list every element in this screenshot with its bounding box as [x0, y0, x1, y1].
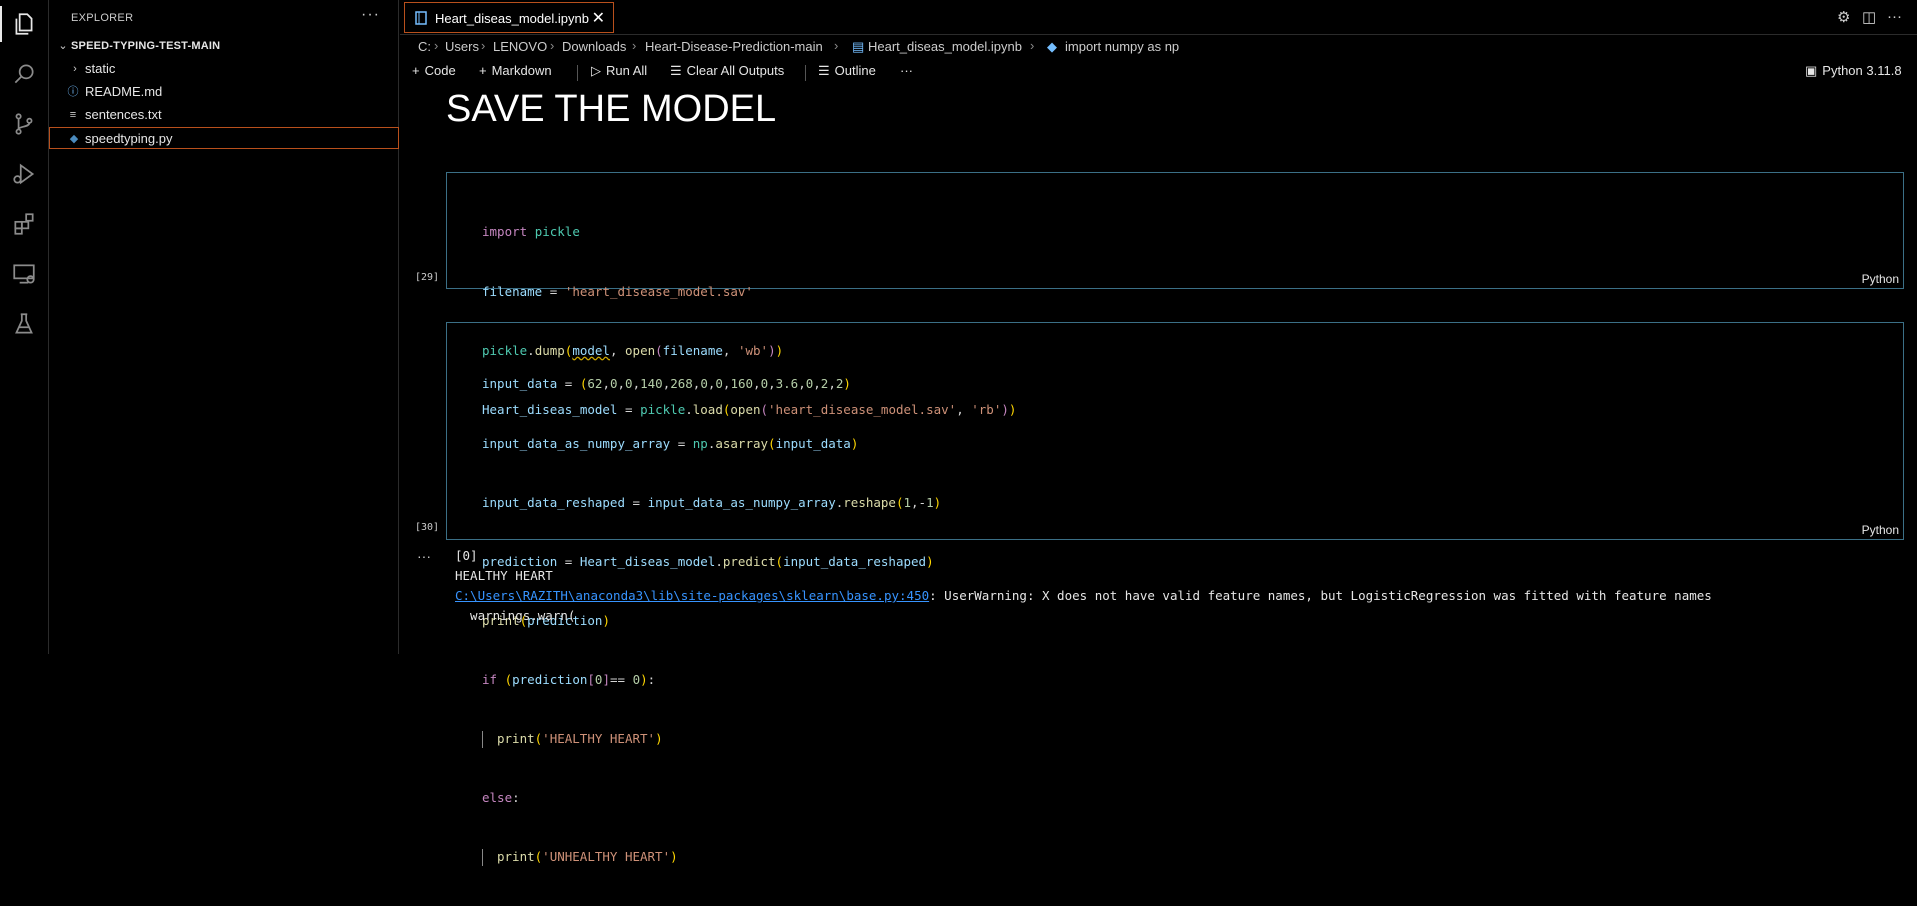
- text-file-icon: ≡: [69, 109, 77, 121]
- plus-icon: +: [479, 63, 487, 78]
- output-verdict: HEALTHY HEART: [455, 568, 553, 583]
- workspace-root[interactable]: ⌄ SPEED-TYPING-TEST-MAIN: [49, 35, 399, 57]
- execution-count: [29]: [415, 272, 440, 283]
- search-icon[interactable]: [8, 58, 40, 90]
- tree-item-label: README.md: [85, 84, 163, 99]
- extensions-icon[interactable]: [8, 208, 40, 240]
- tree-item-label: sentences.txt: [85, 107, 162, 122]
- chevron-right-icon: ›: [632, 38, 637, 53]
- tree-item-readme[interactable]: ⓘ README.md: [49, 81, 399, 103]
- clear-outputs-icon: ☰: [670, 63, 682, 78]
- breadcrumb-item[interactable]: Users: [445, 39, 479, 54]
- code-line: input_data_as_numpy_array = np.asarray(i…: [482, 435, 859, 451]
- chevron-right-icon: ›: [434, 38, 439, 53]
- breadcrumb-item[interactable]: Heart-Disease-Prediction-main: [645, 39, 823, 54]
- code-line: else:: [482, 790, 520, 806]
- kernel-icon: ▣: [1805, 63, 1818, 78]
- explorer-icon[interactable]: [8, 8, 40, 40]
- breadcrumb-item[interactable]: Heart_diseas_model.ipynb: [868, 39, 1022, 54]
- code-line: if (prediction[0]== 0):: [482, 671, 656, 687]
- run-debug-icon[interactable]: [8, 158, 40, 190]
- notebook-icon: [415, 11, 427, 25]
- more-icon[interactable]: ···: [1887, 8, 1902, 25]
- breadcrumb-item[interactable]: C:: [418, 39, 431, 54]
- run-all-label: Run All: [606, 63, 648, 78]
- split-editor-icon[interactable]: ◫: [1862, 8, 1876, 26]
- cell-language-label[interactable]: Python: [1862, 272, 1899, 286]
- plus-icon: +: [412, 63, 420, 78]
- execution-count: [30]: [415, 522, 440, 533]
- markdown-heading[interactable]: SAVE THE MODEL: [446, 88, 776, 131]
- remote-explorer-icon[interactable]: [8, 258, 40, 290]
- python-cell-icon: ◆: [1047, 39, 1057, 54]
- testing-icon[interactable]: [8, 308, 40, 340]
- cell-language-label[interactable]: Python: [1862, 523, 1899, 537]
- tree-item-label: speedtyping.py: [85, 131, 173, 146]
- chevron-right-icon: ›: [1030, 38, 1035, 53]
- python-file-icon: ◆: [69, 133, 79, 145]
- tree-item-label: static: [85, 61, 116, 76]
- code-line: input_data = (62,0,0,140,268,0,0,160,0,3…: [482, 376, 851, 392]
- workspace-root-label: SPEED-TYPING-TEST-MAIN: [71, 40, 221, 52]
- output-warn-call: warnings.warn(: [455, 608, 576, 623]
- breadcrumb-item[interactable]: LENOVO: [493, 39, 547, 54]
- breadcrumb: C: › Users › LENOVO › Downloads › Heart-…: [400, 37, 1917, 59]
- code-line: print('HEALTHY HEART'): [482, 729, 941, 749]
- kernel-label: Python 3.11.8: [1822, 63, 1902, 78]
- tab-label: Heart_diseas_model.ipynb: [435, 11, 589, 26]
- code-line: print('UNHEALTHY HEART'): [482, 847, 941, 867]
- source-control-icon[interactable]: [8, 108, 40, 140]
- more-icon[interactable]: ···: [900, 63, 913, 78]
- output-warning: C:\Users\RAZITH\anaconda3\lib\site-packa…: [455, 588, 1712, 603]
- add-code-label: Code: [424, 63, 456, 78]
- close-icon[interactable]: ✕: [592, 8, 605, 28]
- tab-bar: Heart_diseas_model.ipynb ✕ ⚙ ◫ ···: [400, 0, 1917, 35]
- chevron-right-icon: ›: [834, 38, 839, 53]
- outline-icon: ☰: [818, 63, 830, 78]
- notebook-icon: ▤: [852, 39, 865, 54]
- info-icon: ⓘ: [67, 86, 79, 98]
- notebook-toolbar: + Code + Markdown ▷ Run All ☰ Clear All Outp…: [400, 61, 1917, 85]
- breadcrumb-item[interactable]: import numpy as np: [1065, 39, 1179, 54]
- code-line: import pickle: [482, 224, 580, 240]
- toolbar-divider: [577, 65, 578, 81]
- clear-outputs-label: Clear All Outputs: [686, 63, 785, 78]
- outline-label: Outline: [834, 63, 876, 78]
- code-line: input_data_reshaped = input_data_as_nump…: [482, 494, 942, 510]
- kernel-picker[interactable]: ▣ Python 3.11.8: [1805, 63, 1902, 79]
- tab-heart-diseas-model[interactable]: Heart_diseas_model.ipynb ✕: [404, 2, 614, 33]
- chevron-right-icon: ›: [550, 38, 555, 53]
- tree-item-sentences[interactable]: ≡ sentences.txt: [49, 104, 399, 126]
- more-actions-icon[interactable]: ···: [361, 6, 380, 24]
- chevron-right-icon: ›: [481, 38, 486, 53]
- chevron-down-icon: ⌄: [58, 40, 68, 52]
- outline-button[interactable]: ☰ Outline: [818, 63, 876, 79]
- sidebar-title: EXPLORER: [71, 12, 134, 24]
- clear-all-outputs-button[interactable]: ☰ Clear All Outputs: [670, 63, 784, 79]
- run-all-icon: ▷: [591, 63, 601, 78]
- chevron-right-icon: ›: [73, 63, 77, 75]
- code-line: filename = 'heart_disease_model.sav': [482, 283, 753, 299]
- active-indicator: [0, 6, 2, 42]
- code-cell[interactable]: import pickle filename = 'heart_disease_…: [446, 172, 1904, 417]
- output-actions-icon[interactable]: ···: [417, 548, 431, 564]
- add-code-cell-button[interactable]: + Code: [412, 63, 456, 78]
- gear-icon[interactable]: ⚙: [1837, 8, 1850, 26]
- add-markdown-label: Markdown: [491, 63, 552, 78]
- output-result: [0]: [455, 548, 478, 563]
- run-all-button[interactable]: ▷ Run All: [591, 63, 647, 79]
- warning-file-link[interactable]: C:\Users\RAZITH\anaconda3\lib\site-packa…: [455, 588, 929, 603]
- code-cell[interactable]: input_data = (62,0,0,140,268,0,0,160,0,3…: [446, 322, 1904, 867]
- toolbar-divider: [805, 65, 806, 81]
- breadcrumb-item[interactable]: Downloads: [562, 39, 626, 54]
- warning-message: : UserWarning: X does not have valid fea…: [929, 588, 1712, 603]
- tree-item-static[interactable]: › static: [49, 58, 399, 80]
- add-markdown-cell-button[interactable]: + Markdown: [479, 63, 552, 78]
- tree-item-speedtyping[interactable]: ◆ speedtyping.py: [49, 127, 399, 149]
- activity-bar: [0, 0, 49, 654]
- explorer-sidebar: EXPLORER ··· ⌄ SPEED-TYPING-TEST-MAIN › …: [49, 0, 399, 654]
